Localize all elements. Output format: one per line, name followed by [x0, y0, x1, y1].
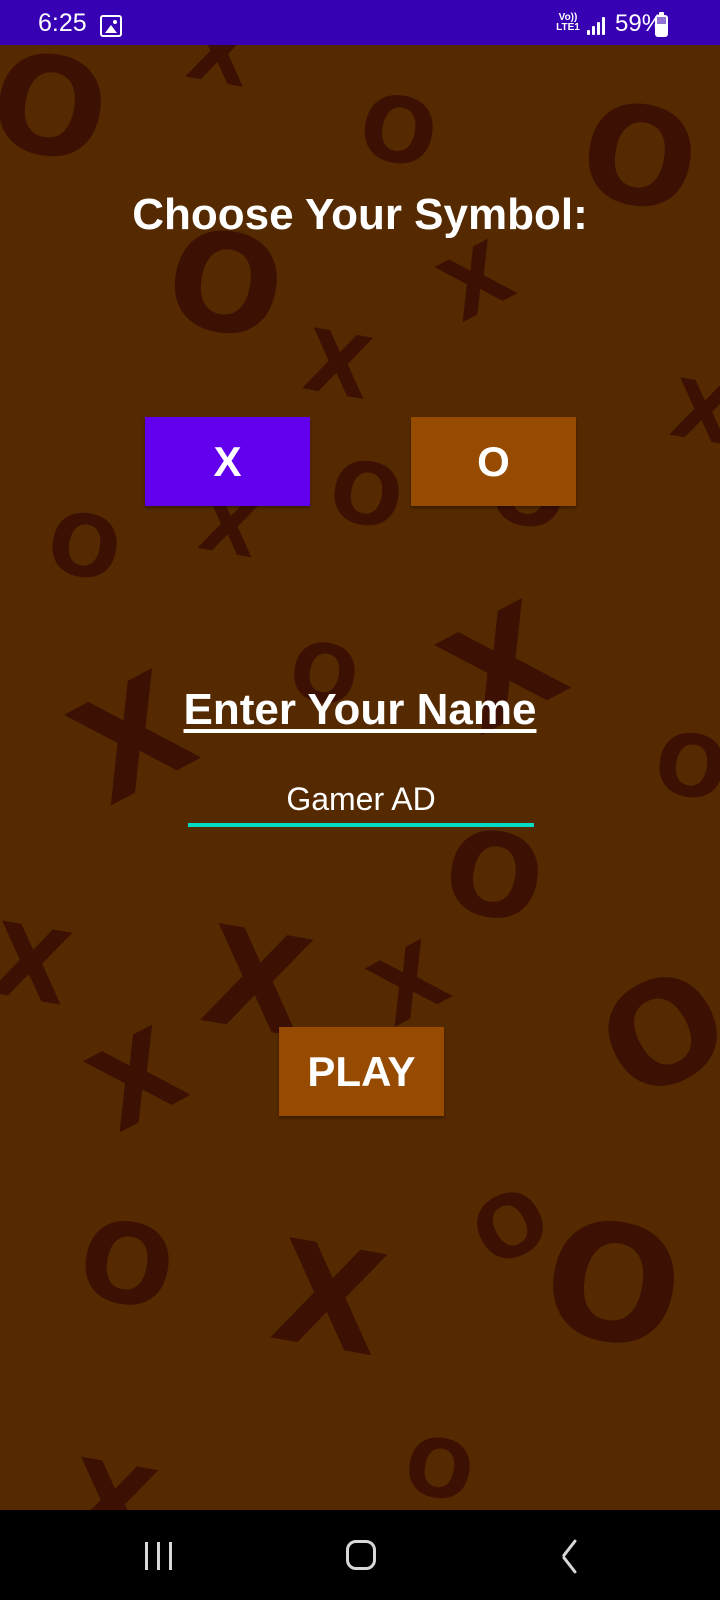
background-mark: X: [69, 1003, 205, 1157]
background-mark: O: [69, 1193, 184, 1337]
symbol-x-button[interactable]: X: [145, 417, 310, 506]
background-mark: X: [296, 311, 379, 420]
back-icon[interactable]: [559, 1541, 581, 1569]
background-mark: X: [664, 361, 720, 464]
symbol-o-button[interactable]: O: [411, 417, 576, 506]
background-mark: O: [573, 934, 720, 1135]
game-area: O X O O O X X X O X O O X X O O O X X X …: [0, 45, 720, 1510]
background-mark: X: [261, 1209, 397, 1390]
symbol-x-label: X: [213, 437, 242, 485]
background-mark: O: [455, 1166, 567, 1289]
name-input[interactable]: [188, 775, 534, 827]
enter-name-label: Enter Your Name: [183, 685, 537, 734]
background-mark: X: [0, 900, 79, 1029]
symbol-o-label: O: [477, 437, 510, 485]
navigation-bar: [0, 1510, 720, 1600]
recent-apps-icon[interactable]: [145, 1542, 175, 1570]
play-label: PLAY: [307, 1047, 416, 1095]
background-mark: O: [351, 73, 446, 190]
signal-icon: [587, 17, 609, 35]
battery-icon: [655, 12, 668, 37]
background-mark: X: [354, 921, 465, 1048]
status-time: 6:25: [38, 9, 87, 37]
background-mark: O: [434, 802, 554, 952]
app-screen: 6:25 Vo)) LTE1 59% O X O O O X X X O X O…: [0, 0, 720, 1600]
background-mark: X: [59, 1434, 166, 1510]
background-mark: X: [424, 223, 529, 342]
background-mark: O: [39, 492, 129, 603]
home-icon[interactable]: [346, 1540, 376, 1570]
play-button[interactable]: PLAY: [279, 1027, 444, 1116]
background-mark: O: [0, 45, 120, 195]
network-label: Vo)) LTE1: [556, 12, 580, 33]
background-mark: O: [529, 1180, 697, 1389]
background-mark: X: [180, 45, 258, 106]
gallery-icon: [100, 15, 122, 37]
background-mark: O: [321, 440, 411, 551]
status-bar: 6:25 Vo)) LTE1 59%: [0, 0, 720, 45]
background-mark: O: [397, 1417, 481, 1510]
choose-symbol-title: Choose Your Symbol:: [132, 190, 588, 239]
